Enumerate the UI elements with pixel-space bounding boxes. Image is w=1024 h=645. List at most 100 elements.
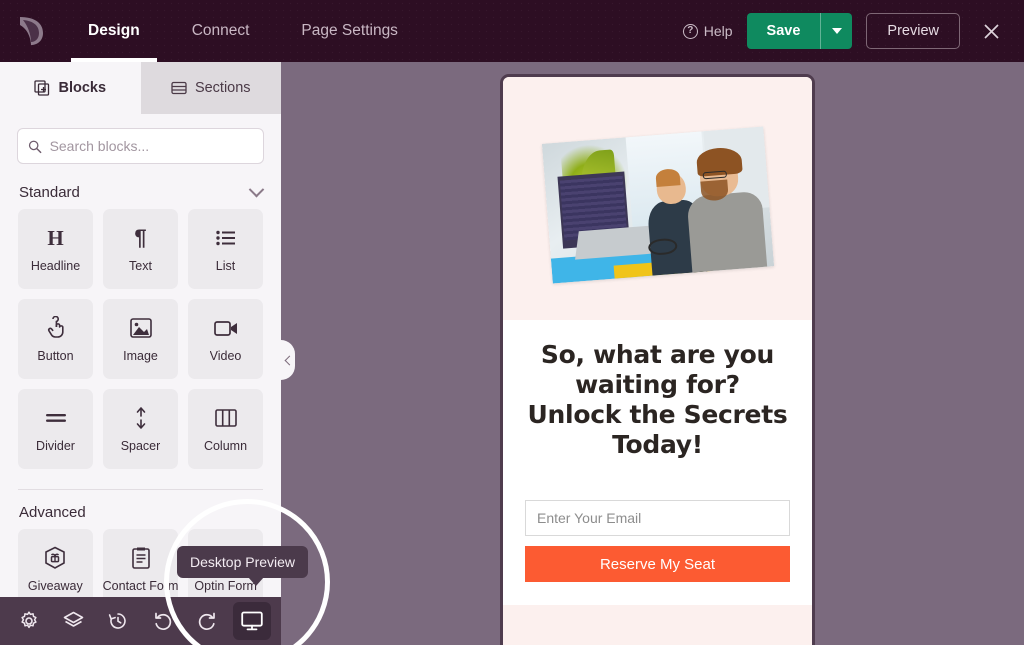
undo-icon <box>154 612 171 630</box>
gear-icon <box>21 611 37 629</box>
tab-sections[interactable]: Sections <box>140 62 281 114</box>
nav-item-page-settings[interactable]: Page Settings <box>275 0 424 62</box>
page-headline[interactable]: So, what are you waiting for? Unlock the… <box>525 340 790 460</box>
search-box[interactable] <box>17 128 264 164</box>
headline-line: So, what are you <box>540 340 775 369</box>
sections-icon <box>171 81 187 95</box>
tooltip-text: Desktop Preview <box>190 554 296 570</box>
video-icon <box>213 315 238 341</box>
image-icon <box>129 315 152 341</box>
help-button[interactable]: ? Help <box>682 23 733 39</box>
block-label: Contact Form <box>102 579 179 593</box>
blocks-icon <box>34 80 50 96</box>
redo-icon <box>199 612 216 630</box>
tooltip-desktop-preview: Desktop Preview <box>177 546 309 586</box>
block-label: Image <box>123 349 158 363</box>
group-header-standard[interactable]: Standard <box>0 170 281 209</box>
block-label: Button <box>37 349 74 363</box>
block-label: Giveaway <box>27 579 83 593</box>
block-image[interactable]: Image <box>103 299 178 379</box>
main-nav: Design Connect Page Settings <box>62 0 424 62</box>
editor-canvas[interactable]: So, what are you waiting for? Unlock the… <box>281 62 1024 645</box>
photo-person-front-body <box>686 191 768 273</box>
column-icon <box>214 405 237 431</box>
hero-image[interactable] <box>541 126 775 284</box>
tab-label: Sections <box>194 80 251 96</box>
bottom-toolbar <box>0 597 281 645</box>
block-label: List <box>215 259 236 273</box>
block-label: Video <box>209 349 242 363</box>
group-title: Advanced <box>19 504 86 521</box>
page-preview-frame: So, what are you waiting for? Unlock the… <box>500 74 815 645</box>
block-text[interactable]: ¶ Text <box>103 209 178 289</box>
cta-label: Reserve My Seat <box>599 555 716 573</box>
divider-icon <box>45 405 67 431</box>
block-label: Column <box>203 439 248 453</box>
save-button-group: Save <box>746 13 853 49</box>
cta-button[interactable]: Reserve My Seat <box>525 546 790 582</box>
nav-label: Design <box>88 22 140 39</box>
redo-button[interactable] <box>188 602 227 640</box>
block-label: Headline <box>30 259 81 273</box>
app-logo[interactable] <box>0 15 62 47</box>
block-column[interactable]: Column <box>188 389 263 469</box>
nav-label: Page Settings <box>301 22 398 39</box>
search-icon <box>28 140 42 153</box>
block-label: Spacer <box>120 439 161 453</box>
block-list[interactable]: List <box>188 209 263 289</box>
revision-history-button[interactable] <box>99 602 138 640</box>
search-input[interactable] <box>49 138 253 154</box>
layers-button[interactable] <box>55 602 94 640</box>
block-headline[interactable]: H Headline <box>18 209 93 289</box>
block-divider[interactable]: Divider <box>18 389 93 469</box>
layers-icon <box>63 611 84 627</box>
photo-laptop <box>574 224 659 260</box>
chevron-down-icon <box>831 28 842 34</box>
block-label: Divider <box>36 439 75 453</box>
app-root: Design Connect Page Settings ? Help Save <box>0 0 1024 645</box>
headline-icon: H <box>47 225 64 250</box>
button-tap-icon <box>46 315 66 341</box>
save-label: Save <box>766 23 801 39</box>
search-area <box>0 114 281 170</box>
close-icon <box>983 23 999 39</box>
block-label: Text <box>129 259 152 273</box>
giveaway-icon <box>44 545 66 571</box>
tab-label: Blocks <box>58 80 107 96</box>
email-field[interactable]: Enter Your Email <box>525 500 790 536</box>
preview-button[interactable]: Preview <box>866 13 960 49</box>
top-header-bar: Design Connect Page Settings ? Help Save <box>0 0 1024 62</box>
header-actions: ? Help Save Preview <box>682 0 1024 62</box>
undo-button[interactable] <box>144 602 183 640</box>
leaf-logo-icon <box>20 17 43 45</box>
headline-line: Unlock the Secrets <box>527 400 788 429</box>
preview-label: Preview <box>887 23 939 39</box>
blocks-grid-standard: H Headline ¶ Text List Button Image Vide… <box>0 209 281 469</box>
page-content-section: So, what are you waiting for? Unlock the… <box>503 320 812 605</box>
settings-button[interactable] <box>10 602 49 640</box>
chevron-down-icon[interactable] <box>248 181 265 198</box>
tab-blocks[interactable]: Blocks <box>0 62 141 114</box>
block-video[interactable]: Video <box>188 299 263 379</box>
close-button[interactable] <box>974 14 1008 48</box>
help-icon: ? <box>682 23 698 39</box>
nav-label: Connect <box>191 22 250 39</box>
spacer-icon <box>133 405 149 431</box>
save-button[interactable]: Save <box>746 13 821 49</box>
group-header-advanced[interactable]: Advanced <box>0 490 281 529</box>
save-dropdown-button[interactable] <box>820 13 853 49</box>
help-label: Help <box>703 23 733 39</box>
paragraph-icon: ¶ <box>134 225 147 250</box>
nav-item-connect[interactable]: Connect <box>166 0 276 62</box>
desktop-preview-button[interactable] <box>232 602 271 640</box>
headline-line: Today! <box>612 430 703 459</box>
page-hero-section[interactable] <box>503 77 812 320</box>
block-spacer[interactable]: Spacer <box>103 389 178 469</box>
desktop-icon <box>241 611 263 631</box>
list-icon <box>215 225 236 251</box>
block-button[interactable]: Button <box>18 299 93 379</box>
nav-item-design[interactable]: Design <box>62 0 166 62</box>
photo-person-back-hair <box>655 168 681 187</box>
contact-form-icon <box>131 545 151 571</box>
page-footer-section <box>503 605 812 645</box>
